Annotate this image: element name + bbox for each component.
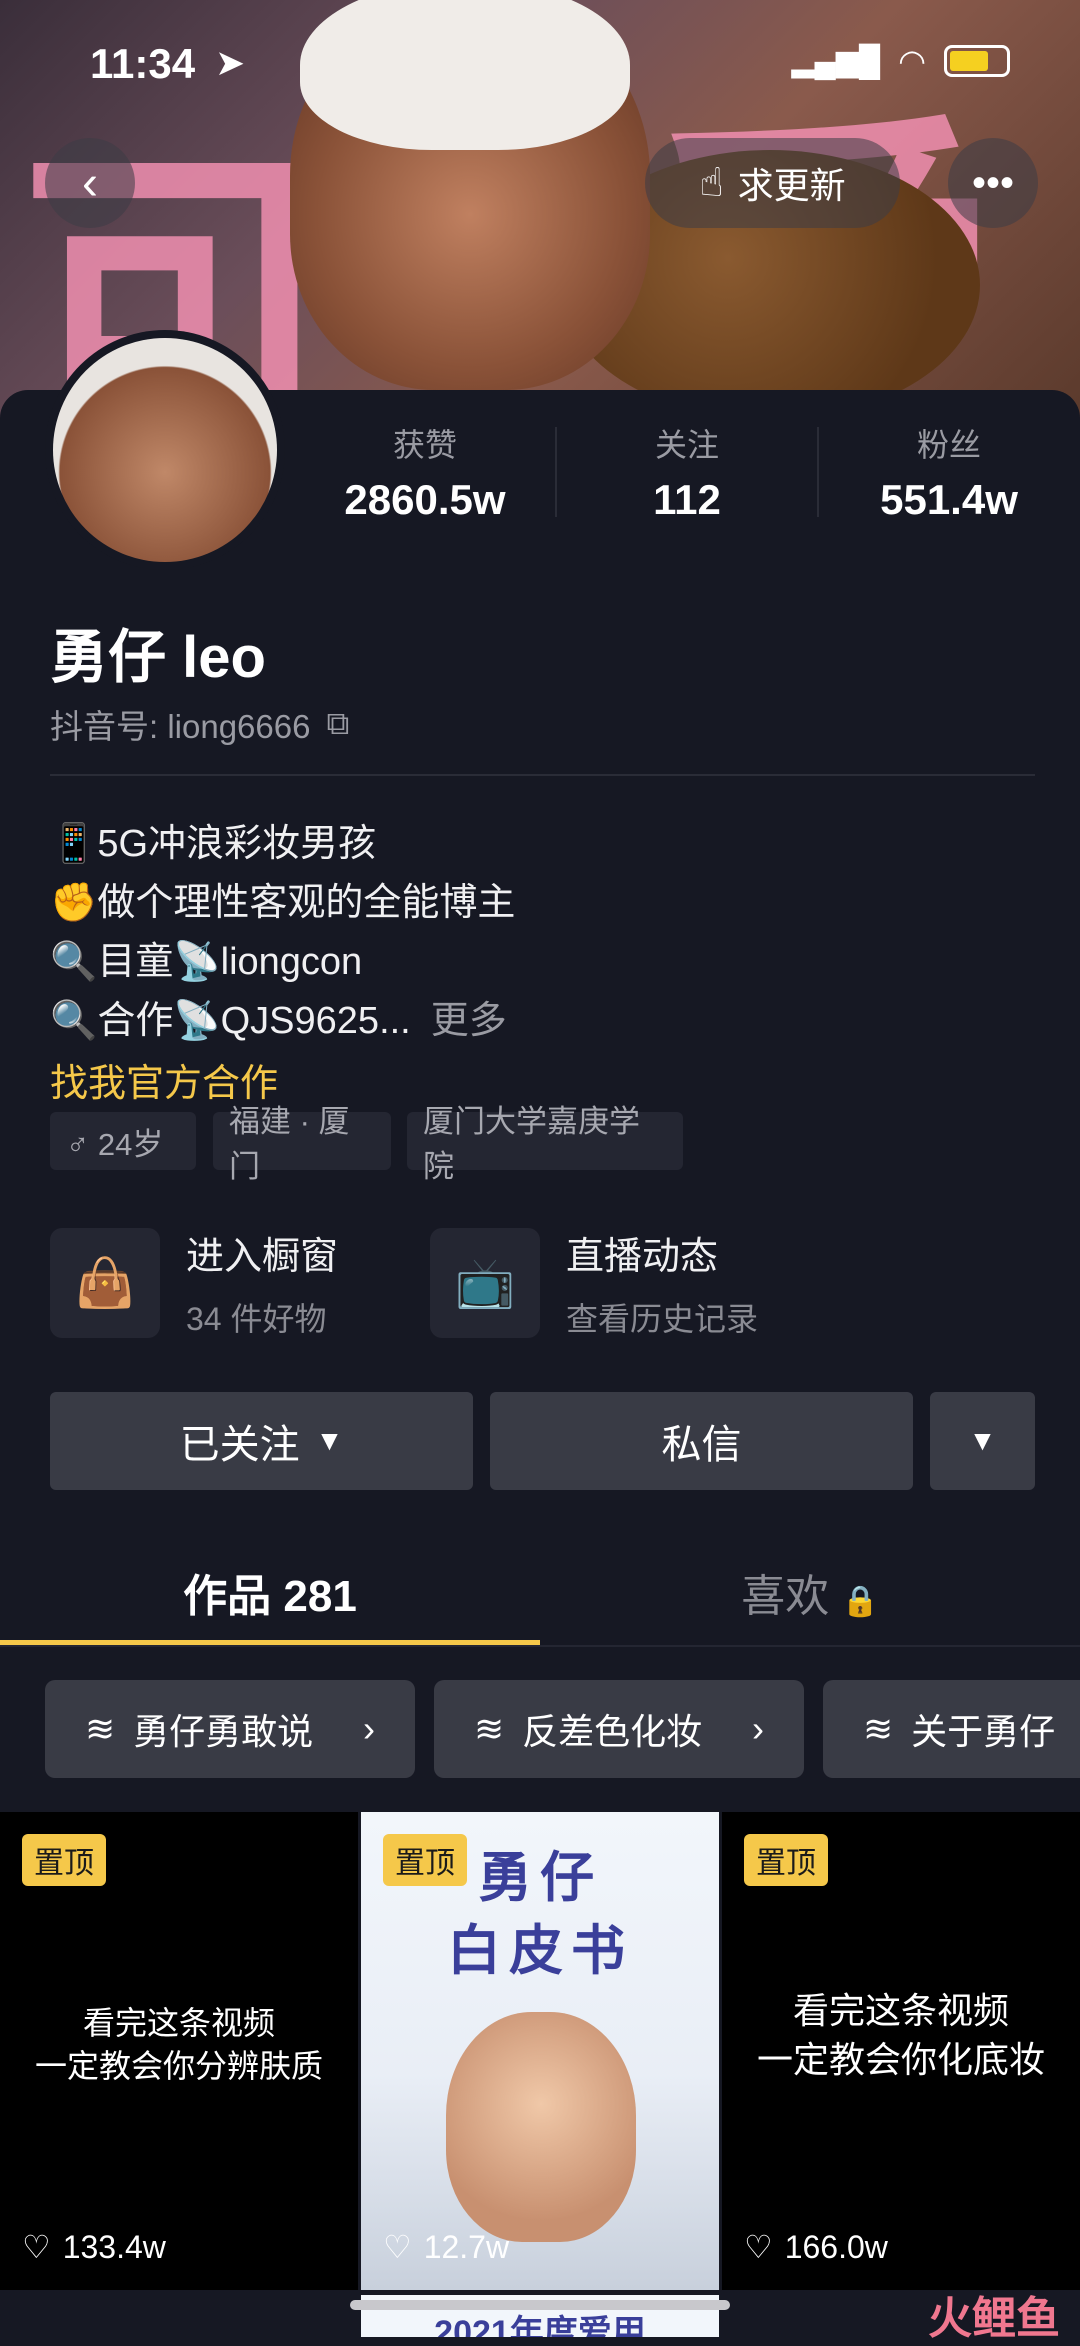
home-indicator [350,2300,730,2310]
video-title-art: 勇仔 白皮书 [447,1848,633,1981]
back-icon: ‹ [82,156,98,210]
video-likes: ♡ 166.0w [744,2228,888,2266]
wifi-icon: ◠ [898,43,926,79]
followed-label: 已关注 [179,1423,300,1467]
tab-likes-label: 喜欢 [741,1572,830,1621]
collection-chip[interactable]: ≋ 勇仔勇敢说 › [45,1680,415,1778]
bio-line-last: 🔍合作📡QJS9625... 更多 [50,989,507,1044]
stat-following[interactable]: 关注 112 [557,420,817,524]
stat-label: 获赞 [392,427,457,463]
video-likes: ♡ 133.4w [22,2228,166,2266]
hand-point-icon: ☝ [699,161,724,205]
entry-live-updates[interactable]: 📺 直播动态 查看历史记录 [430,1225,758,1340]
tab-divider [0,1645,1080,1647]
chevron-right-icon: › [752,1708,764,1749]
live-tv-icon: 📺 [430,1227,540,1338]
tag-location: 福建 · 厦门 [213,1104,391,1184]
message-label: 私信 [661,1423,742,1467]
entry-title: 直播动态 [566,1236,719,1278]
profile-handle: 抖音号: liong6666 [50,708,311,745]
signal-icon: ▂▄▆█ [791,44,881,78]
layers-icon: ≋ [863,1708,894,1749]
stat-value: 2860.5w [344,476,506,523]
location-arrow-icon: ➤ [215,42,246,83]
video-tile[interactable]: 置顶 看完这条视频 一定教会你分辨肤质 ♡ 133.4w [0,1812,358,2290]
avatar[interactable] [45,330,285,570]
collection-label: 关于勇仔 [911,1711,1056,1752]
divider [50,774,1035,776]
more-button[interactable]: ••• [948,138,1038,228]
bio-line: ✊做个理性客观的全能博主 [50,882,516,924]
video-tile[interactable]: 置顶 勇仔 白皮书 ♡ 12.7w [361,1812,719,2290]
lock-icon: 🔒 [841,1585,879,1618]
video-like-count: 166.0w [784,2228,888,2265]
entry-title: 进入橱窗 [186,1236,339,1278]
chevron-right-icon: › [363,1708,375,1749]
tab-likes[interactable]: 喜欢 🔒 [540,1560,1080,1624]
beret-image [300,0,630,150]
status-time: 11:34 [90,40,196,87]
bio-line: 📱5G冲浪彩妆男孩 [50,823,377,865]
message-button[interactable]: 私信 [490,1392,913,1490]
heart-icon: ♡ [744,2229,773,2265]
request-update-label: 求更新 [737,165,846,206]
bio-line: 🔍目童📡liongcon [50,941,363,983]
copy-icon[interactable]: ⧉ [326,705,349,743]
entry-subtitle: 查看历史记录 [566,1301,759,1337]
bio-more-link[interactable]: 更多 [431,1000,507,1042]
video-like-count: 133.4w [62,2228,166,2265]
stat-label: 关注 [654,427,719,463]
tag-school: 厦门大学嘉庚学院 [407,1104,683,1184]
video-caption: 看完这条视频 一定教会你分辨肤质 [34,2005,323,2085]
collection-label: 反差色化妆 [522,1711,703,1752]
video-likes: ♡ 12.7w [383,2228,509,2266]
status-icons: ▂▄▆█ ◠ [791,42,1010,80]
stat-value: 112 [653,476,721,523]
tab-works[interactable]: 作品 281 [0,1560,540,1624]
caret-down-icon: ▼ [968,1425,997,1456]
entry-subtitle: 34 件好物 [186,1301,327,1337]
collection-chip[interactable]: ≋ 反差色化妆 › [434,1680,804,1778]
collection-label: 勇仔勇敢说 [133,1711,314,1752]
back-button[interactable]: ‹ [45,138,135,228]
profile-handle-row: 抖音号: liong6666 ⧉ [50,700,349,748]
battery-icon [944,45,1010,77]
video-like-count: 12.7w [423,2228,510,2265]
bio-line: 🔍合作📡QJS9625... [50,1000,411,1042]
expand-button[interactable]: ▼ [930,1392,1035,1490]
more-icon: ••• [971,160,1014,205]
avatar-image [53,338,277,562]
stats-row: 获赞 2860.5w 关注 112 粉丝 551.4w [295,420,1079,524]
heart-icon: ♡ [22,2229,51,2265]
followed-button[interactable]: 已关注 ▼ [50,1392,473,1490]
stat-likes[interactable]: 获赞 2860.5w [295,420,555,524]
video-tile[interactable]: 置顶 看完这条视频 一定教会你化底妆 ♡ 166.0w [722,1812,1080,2290]
stat-value: 551.4w [880,476,1018,523]
stat-followers[interactable]: 粉丝 551.4w [819,420,1079,524]
layers-icon: ≋ [85,1708,116,1749]
tag-gender-age: ♂ 24岁 [50,1112,196,1170]
shopping-bag-icon: 👜 [50,1227,160,1338]
request-update-button[interactable]: ☝ 求更新 [645,138,900,228]
heart-icon: ♡ [383,2229,412,2265]
stat-label: 粉丝 [916,427,981,463]
video-caption: 看完这条视频 一定教会你化底妆 [756,1990,1045,2080]
profile-name: 勇仔 leo [50,625,266,690]
video-thumbnail-person [446,2012,636,2242]
collection-chip[interactable]: ≋ 关于勇仔 [823,1680,1080,1778]
caret-down-icon: ▼ [315,1425,344,1456]
entry-shop-window[interactable]: 👜 进入橱窗 34 件好物 [50,1225,338,1340]
pinned-badge: 置顶 [22,1834,106,1886]
watermark: 火鲤鱼 [928,2294,1060,2343]
pinned-badge: 置顶 [744,1834,828,1886]
layers-icon: ≋ [474,1708,505,1749]
